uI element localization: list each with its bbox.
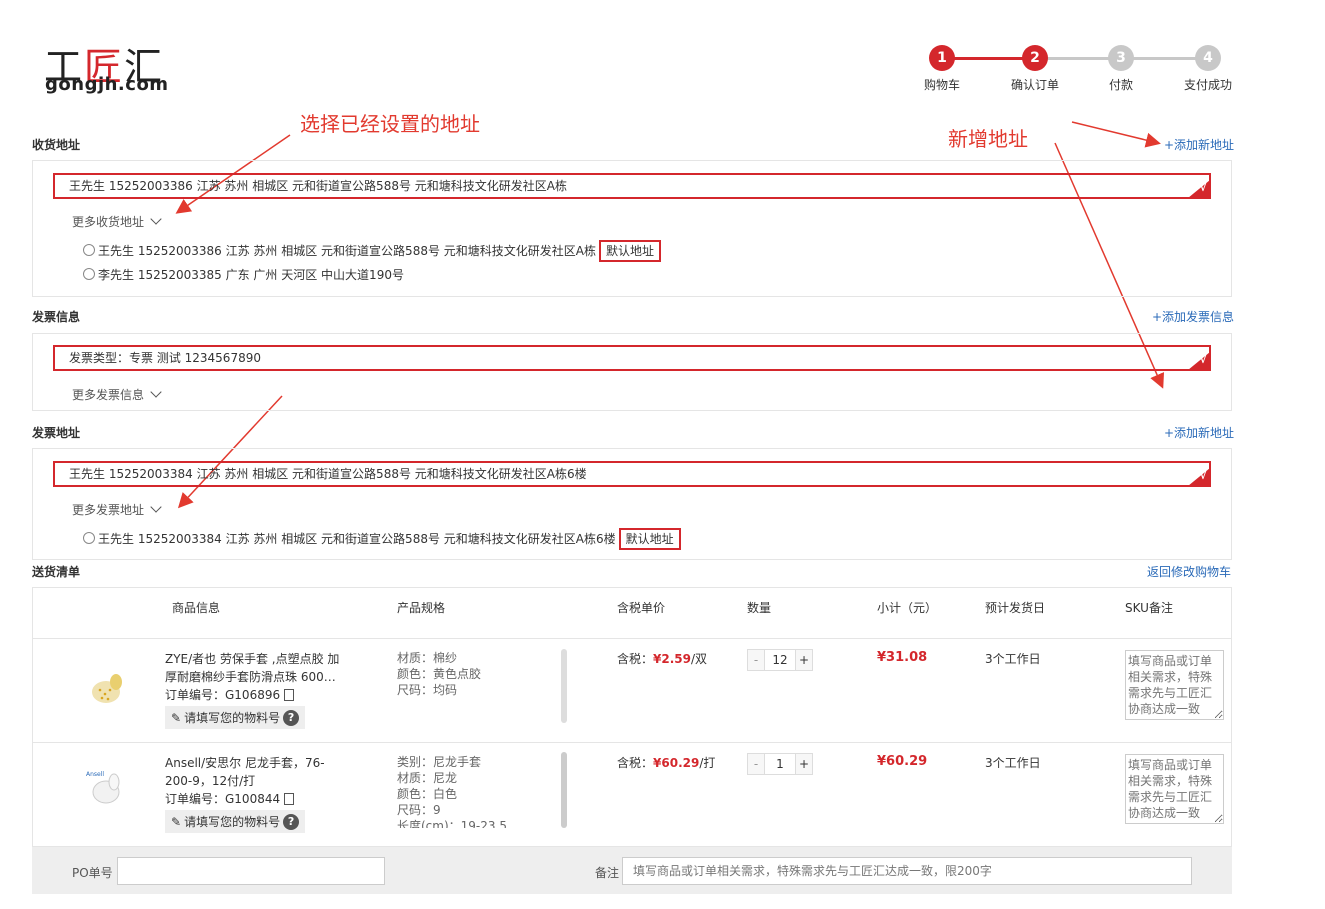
delivery-section-title: 送货清单	[32, 565, 81, 579]
quantity-stepper[interactable]: - 12 +	[747, 649, 813, 671]
subtotal: ¥31.08	[877, 650, 928, 665]
invoice-address-option-1[interactable]: 王先生 15252003384 江苏 苏州 相城区 元和街道宣公路588号 元和…	[83, 528, 681, 550]
qty-plus-button[interactable]: +	[796, 754, 812, 774]
shipping-option-2[interactable]: 李先生 15252003385 广东 广州 天河区 中山大道190号	[83, 266, 404, 283]
invoice-address-section-title: 发票地址	[32, 426, 81, 440]
selected-invoice[interactable]: 发票类型：专票 测试 1234567890 √	[53, 345, 1211, 371]
pencil-icon: ✎	[171, 710, 182, 725]
selected-invoice-address[interactable]: 王先生 15252003384 江苏 苏州 相城区 元和街道宣公路588号 元和…	[53, 461, 1211, 487]
material-number-button[interactable]: ✎ 请填写您的物料号?	[165, 810, 306, 833]
add-shipping-address-link[interactable]: +添加新地址	[1164, 136, 1234, 153]
qty-plus-button[interactable]: +	[796, 650, 812, 670]
product-name[interactable]: Ansell/安思尔 尼龙手套，76-	[165, 754, 325, 772]
radio-button[interactable]	[83, 268, 95, 280]
unit-price: 含税：¥2.59/双	[617, 652, 708, 666]
unit-price: 含税：¥60.29/打	[617, 756, 716, 770]
default-address-badge: 默认地址	[599, 240, 662, 262]
product-name[interactable]: ZYE/者也 劳保手套 ,点塑点胶 加	[165, 650, 339, 668]
add-invoice-link[interactable]: +添加发票信息	[1152, 308, 1234, 325]
radio-button[interactable]	[83, 244, 95, 256]
po-number-input[interactable]	[117, 857, 385, 885]
ship-day: 3个工作日	[985, 756, 1041, 770]
default-address-badge: 默认地址	[618, 528, 681, 550]
more-shipping-addresses-toggle[interactable]: 更多收货地址	[72, 213, 162, 230]
sku-note-input[interactable]	[1125, 754, 1224, 824]
help-icon[interactable]: ?	[283, 813, 300, 830]
radio-button[interactable]	[83, 532, 95, 544]
col-unit-price: 含税单价	[617, 601, 666, 615]
qty-minus-button[interactable]: -	[748, 650, 764, 670]
material-number-button[interactable]: ✎ 请填写您的物料号?	[165, 706, 306, 729]
spec-scrollbar[interactable]	[561, 649, 567, 723]
selected-shipping-address[interactable]: 王先生 15252003386 江苏 苏州 相城区 元和街道宣公路588号 元和…	[53, 173, 1211, 199]
order-number: 订单编号：G106896	[165, 686, 339, 704]
table-row: Ansell/安思尔 尼龙手套，76- 200-9，12付/打 订单编号：G10…	[165, 754, 325, 808]
copy-icon[interactable]	[283, 793, 294, 805]
product-image-yellow-glove	[92, 674, 122, 703]
remark-label: 备注	[595, 866, 620, 880]
col-ship-day: 预计发货日	[985, 601, 1046, 615]
quantity-stepper[interactable]: - 1 +	[747, 753, 813, 775]
col-subtotal: 小计（元）	[877, 601, 938, 615]
sku-note-input[interactable]	[1125, 650, 1224, 720]
pencil-icon: ✎	[171, 814, 182, 829]
qty-value[interactable]: 12	[764, 650, 796, 670]
help-icon[interactable]: ?	[283, 709, 300, 726]
add-invoice-address-link[interactable]: +添加新地址	[1164, 424, 1234, 441]
invoice-section-title: 发票信息	[32, 310, 81, 324]
check-icon: √	[1199, 469, 1207, 482]
spec-scrollbar[interactable]	[561, 752, 567, 828]
arrow-to-add-address	[1071, 121, 1161, 148]
chevron-down-icon	[150, 386, 162, 398]
col-quantity: 数量	[747, 601, 772, 615]
qty-minus-button[interactable]: -	[748, 754, 764, 774]
chevron-down-icon	[150, 501, 162, 513]
shipping-option-1[interactable]: 王先生 15252003386 江苏 苏州 相城区 元和街道宣公路588号 元和…	[83, 240, 662, 262]
copy-icon[interactable]	[283, 689, 294, 701]
product-image-white-glove: Ansell	[86, 771, 120, 804]
svg-text:Ansell: Ansell	[86, 771, 104, 778]
po-label: PO单号	[72, 866, 113, 880]
col-spec: 产品规格	[397, 601, 446, 615]
table-row: ZYE/者也 劳保手套 ,点塑点胶 加 厚耐磨棉纱手套防滑点珠 600… 订单编…	[165, 650, 340, 704]
more-invoices-toggle[interactable]: 更多发票信息	[72, 386, 162, 403]
col-product-info: 商品信息	[172, 601, 221, 615]
qty-value[interactable]: 1	[764, 754, 796, 774]
check-icon: √	[1199, 353, 1207, 366]
more-invoice-addresses-toggle[interactable]: 更多发票地址	[72, 501, 162, 518]
product-specs: 类别：尼龙手套 材质：尼龙 颜色：白色 尺码：9 长度(cm)：19-23.5	[397, 755, 507, 828]
chevron-down-icon	[150, 213, 162, 225]
col-sku-note: SKU备注	[1125, 601, 1173, 615]
check-icon: √	[1199, 181, 1207, 194]
subtotal: ¥60.29	[877, 754, 928, 769]
ship-day: 3个工作日	[985, 652, 1041, 666]
product-specs: 材质：棉纱 颜色：黄色点胶 尺码：均码	[397, 651, 482, 697]
back-to-cart-link[interactable]: 返回修改购物车	[1147, 563, 1231, 580]
shipping-section-title: 收货地址	[32, 138, 81, 152]
remark-input[interactable]: 填写商品或订单相关需求，特殊需求先与工匠汇达成一致，限200字	[622, 857, 1192, 885]
order-number: 订单编号：G100844	[165, 790, 325, 808]
